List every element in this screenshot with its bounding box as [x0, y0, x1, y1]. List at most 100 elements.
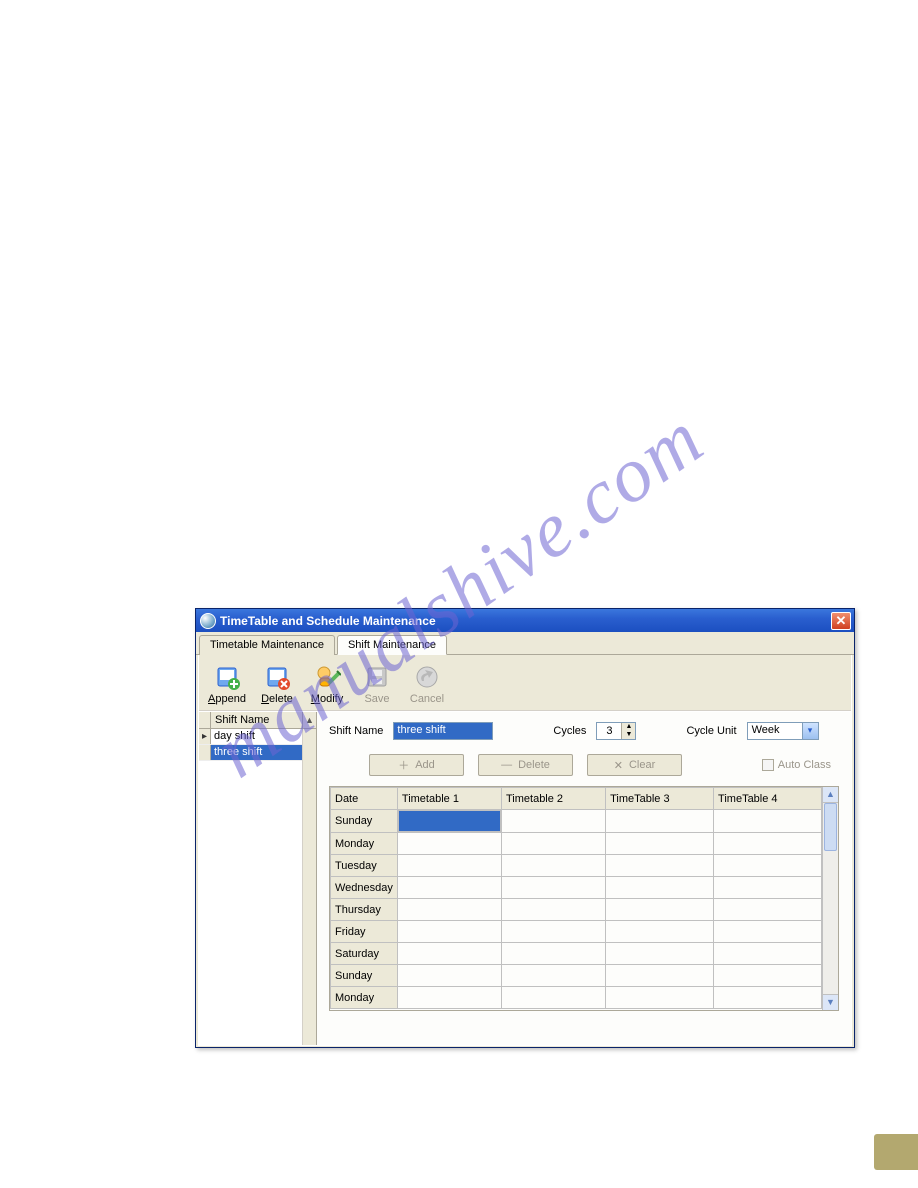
cancel-button: Cancel	[405, 661, 449, 705]
cycles-stepper[interactable]: 3 ▲▼	[596, 722, 636, 740]
main-panel: Shift Name three shift Cycles 3 ▲▼ Cycle…	[317, 712, 851, 1045]
table-row[interactable]: Friday	[331, 921, 822, 943]
cycle-unit-value: Week	[748, 723, 802, 739]
append-button[interactable]: Append	[205, 661, 249, 705]
grid-cell[interactable]	[501, 987, 605, 1009]
grid-cell[interactable]	[501, 965, 605, 987]
client-area: Append Delete Modify Save	[198, 655, 852, 1046]
add-label: Add	[415, 759, 435, 771]
grid-cell[interactable]	[501, 833, 605, 855]
shift-name-input[interactable]: three shift	[393, 722, 493, 740]
grid-cell[interactable]	[606, 921, 714, 943]
grid-cell[interactable]	[606, 899, 714, 921]
row-label: Friday	[331, 921, 398, 943]
col-timetable-2[interactable]: Timetable 2	[501, 788, 605, 810]
grid-cell[interactable]	[397, 943, 501, 965]
table-row[interactable]: Monday	[331, 987, 822, 1009]
grid-cell[interactable]	[714, 899, 822, 921]
grid-cell[interactable]	[606, 987, 714, 1009]
scroll-up-icon[interactable]: ▲	[302, 712, 316, 728]
grid-cell[interactable]	[398, 810, 501, 832]
delete-button: — Delete	[478, 754, 573, 776]
cancel-icon	[405, 661, 449, 693]
x-icon: ✕	[614, 759, 623, 772]
grid-cell[interactable]	[714, 921, 822, 943]
grid-cell[interactable]	[397, 965, 501, 987]
row-label: Monday	[331, 987, 398, 1009]
tab-timetable-maintenance[interactable]: Timetable Maintenance	[199, 635, 335, 655]
cycle-unit-select[interactable]: Week ▾	[747, 722, 819, 740]
grid-cell[interactable]	[606, 965, 714, 987]
row-label: Wednesday	[331, 877, 398, 899]
scroll-thumb[interactable]	[824, 803, 837, 851]
stepper-arrows-icon[interactable]: ▲▼	[621, 723, 635, 739]
scroll-up-icon[interactable]: ▲	[823, 787, 838, 803]
row-marker-icon	[199, 745, 211, 760]
save-icon	[355, 661, 399, 693]
list-item[interactable]: three shift	[199, 745, 316, 761]
grid-cell[interactable]	[397, 833, 501, 855]
shift-list: Shift Name ▲ ▸ day shift three shift	[199, 712, 317, 1045]
grid-cell[interactable]	[714, 965, 822, 987]
scroll-track[interactable]	[823, 803, 838, 994]
grid-cell[interactable]	[397, 921, 501, 943]
table-row[interactable]: Sunday	[331, 810, 822, 833]
schedule-grid[interactable]: Date Timetable 1 Timetable 2 TimeTable 3…	[330, 787, 822, 1010]
tab-label: Timetable Maintenance	[210, 639, 324, 651]
list-item[interactable]: ▸ day shift	[199, 729, 316, 745]
modify-button[interactable]: Modify	[305, 661, 349, 705]
shift-list-rows: ▸ day shift three shift	[199, 729, 316, 1045]
grid-cell[interactable]	[606, 855, 714, 877]
add-button: ＋ Add	[369, 754, 464, 776]
table-row[interactable]: Sunday	[331, 965, 822, 987]
grid-cell[interactable]	[397, 987, 501, 1009]
grid-cell[interactable]	[606, 943, 714, 965]
table-row[interactable]: Thursday	[331, 899, 822, 921]
grid-cell[interactable]	[714, 987, 822, 1009]
sidebar-scrollbar[interactable]	[302, 729, 316, 1045]
grid-cell[interactable]	[714, 833, 822, 855]
col-timetable-4[interactable]: TimeTable 4	[714, 788, 822, 810]
delete-toolbar-button[interactable]: Delete	[255, 661, 299, 705]
minus-icon: —	[501, 759, 512, 771]
col-timetable-1[interactable]: Timetable 1	[397, 788, 501, 810]
grid-cell[interactable]	[501, 921, 605, 943]
close-button[interactable]: ✕	[831, 612, 851, 630]
row-label: Tuesday	[331, 855, 398, 877]
grid-cell[interactable]	[501, 855, 605, 877]
grid-cell[interactable]	[397, 855, 501, 877]
grid-cell[interactable]	[606, 877, 714, 899]
plus-icon: ＋	[398, 757, 409, 773]
row-marker-icon: ▸	[199, 729, 211, 744]
grid-cell[interactable]	[501, 899, 605, 921]
grid-cell[interactable]	[501, 943, 605, 965]
grid-cell[interactable]	[714, 877, 822, 899]
grid-cell[interactable]	[714, 810, 822, 833]
table-row[interactable]: Saturday	[331, 943, 822, 965]
tabstrip: Timetable Maintenance Shift Maintenance	[196, 632, 854, 655]
grid-cell[interactable]	[606, 833, 714, 855]
grid-cell[interactable]	[501, 877, 605, 899]
append-icon	[205, 661, 249, 693]
grid-cell[interactable]	[714, 855, 822, 877]
col-timetable-3[interactable]: TimeTable 3	[606, 788, 714, 810]
grid-scrollbar[interactable]: ▲ ▼	[822, 787, 838, 1010]
shift-list-header: Shift Name ▲	[199, 712, 316, 729]
col-date[interactable]: Date	[331, 788, 398, 810]
schedule-grid-wrap: Date Timetable 1 Timetable 2 TimeTable 3…	[329, 786, 839, 1011]
grid-cell[interactable]	[606, 810, 714, 833]
row-label: Sunday	[331, 810, 398, 833]
table-row[interactable]: Monday	[331, 833, 822, 855]
grid-header-row: Date Timetable 1 Timetable 2 TimeTable 3…	[331, 788, 822, 810]
table-row[interactable]: Wednesday	[331, 877, 822, 899]
scroll-down-icon[interactable]: ▼	[823, 994, 838, 1010]
delete-label: Delete	[518, 759, 550, 771]
grid-cell[interactable]	[397, 899, 501, 921]
titlebar: TimeTable and Schedule Maintenance ✕	[196, 609, 854, 632]
grid-cell[interactable]	[397, 877, 501, 899]
tab-shift-maintenance[interactable]: Shift Maintenance	[337, 635, 447, 655]
shift-name-column-header[interactable]: Shift Name	[211, 712, 302, 728]
grid-cell[interactable]	[714, 943, 822, 965]
table-row[interactable]: Tuesday	[331, 855, 822, 877]
grid-cell[interactable]	[501, 810, 605, 833]
